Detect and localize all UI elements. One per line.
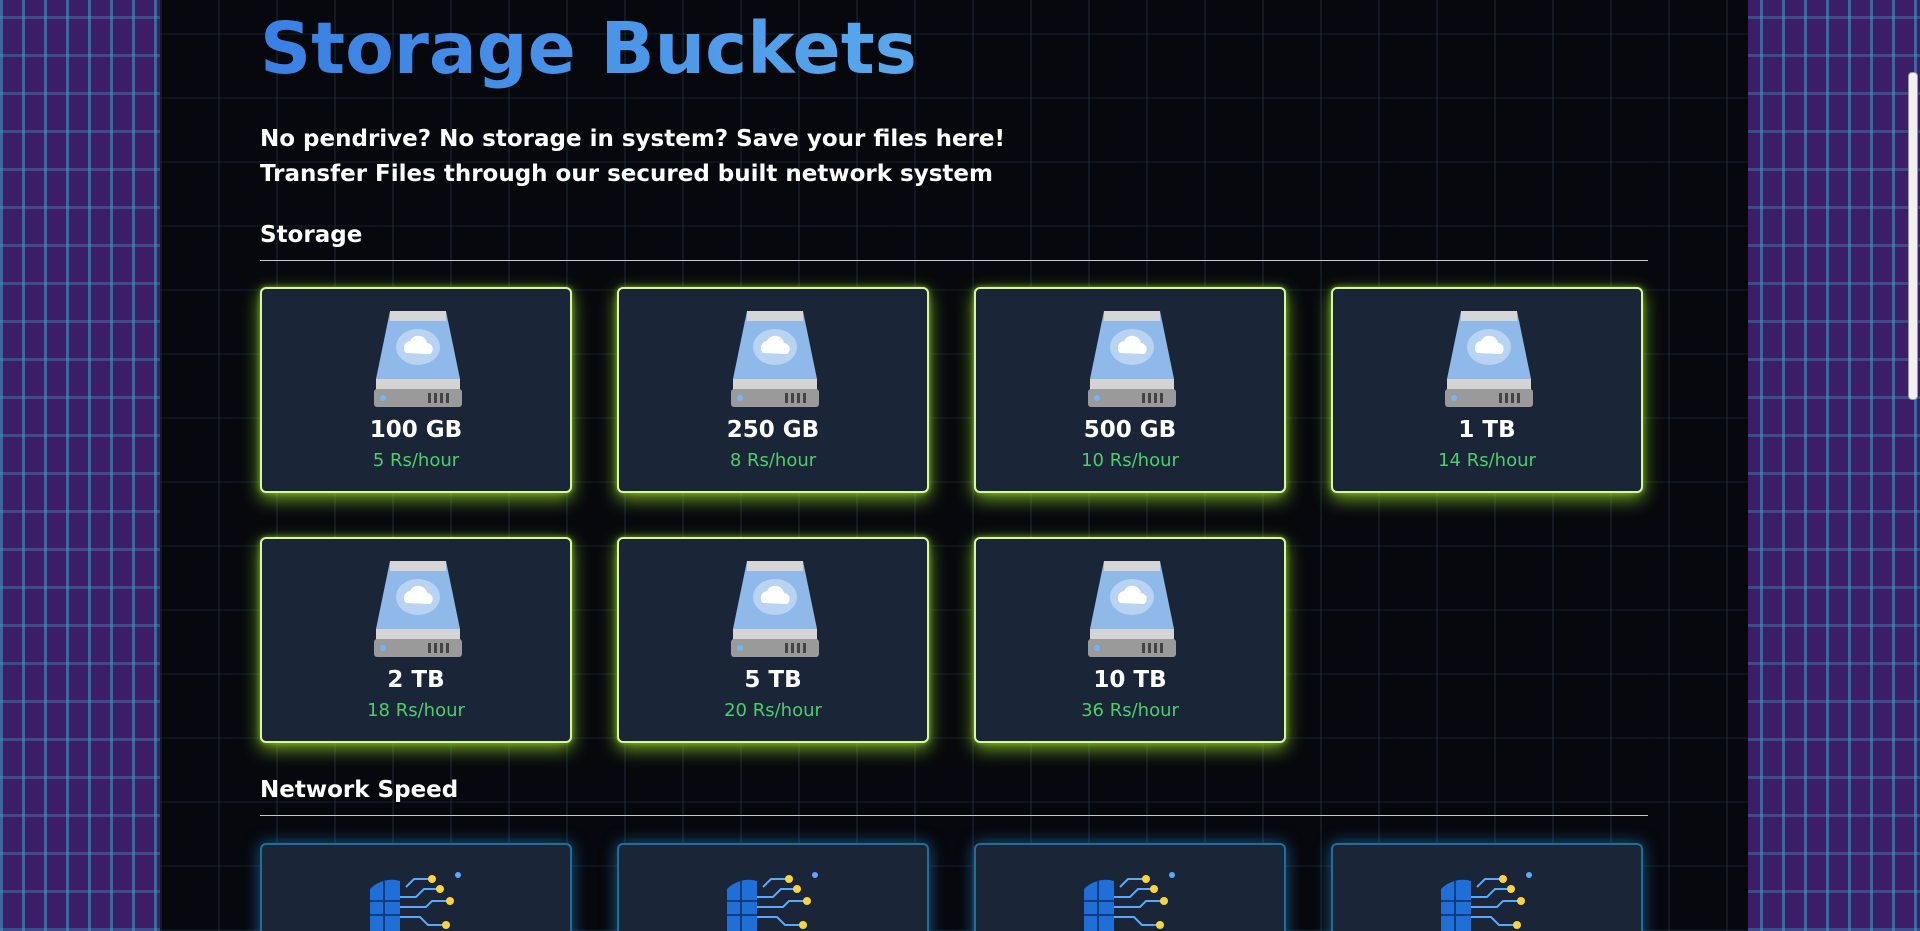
vertical-scrollbar[interactable]: [1908, 72, 1918, 400]
storage-size: 1 TB: [1458, 417, 1516, 443]
network-card-1[interactable]: [260, 843, 572, 931]
network-globe-icon: [370, 872, 461, 931]
network-globe-icon: [1441, 872, 1532, 931]
network-speed-section-title: Network Speed: [260, 775, 1648, 816]
storage-price: 14 Rs/hour: [1438, 450, 1536, 471]
storage-size: 2 TB: [387, 667, 445, 693]
network-globe-icon: [1084, 872, 1175, 931]
storage-price: 5 Rs/hour: [372, 450, 460, 471]
tagline-line-1: No pendrive? No storage in system? Save …: [260, 126, 1005, 152]
storage-price: 8 Rs/hour: [729, 450, 817, 471]
storage-size: 500 GB: [1083, 417, 1177, 443]
storage-size: 5 TB: [744, 667, 802, 693]
storage-card-1tb[interactable]: 1 TB 14 Rs/hour: [1331, 287, 1643, 493]
tagline-line-2: Transfer Files through our secured built…: [260, 161, 993, 187]
storage-size: 250 GB: [726, 417, 820, 443]
cloud-drive-icon: [374, 561, 462, 657]
storage-card-100gb[interactable]: 100 GB 5 Rs/hour: [260, 287, 572, 493]
network-globe-icon: [727, 872, 818, 931]
network-card-4[interactable]: [1331, 843, 1643, 931]
network-card-2[interactable]: [617, 843, 929, 931]
network-card-3[interactable]: [974, 843, 1286, 931]
cloud-drive-icon: [731, 311, 819, 407]
main-panel: Storage Buckets No pendrive? No storage …: [160, 0, 1748, 931]
cloud-drive-icon: [1445, 311, 1533, 407]
storage-card-5tb[interactable]: 5 TB 20 Rs/hour: [617, 537, 929, 743]
storage-card-500gb[interactable]: 500 GB 10 Rs/hour: [974, 287, 1286, 493]
cloud-drive-icon: [374, 311, 462, 407]
storage-size: 100 GB: [369, 417, 463, 443]
storage-price: 10 Rs/hour: [1081, 450, 1179, 471]
cloud-drive-icon: [1088, 311, 1176, 407]
storage-price: 20 Rs/hour: [724, 700, 822, 721]
storage-card-10tb[interactable]: 10 TB 36 Rs/hour: [974, 537, 1286, 743]
page-title: Storage Buckets: [260, 4, 917, 94]
storage-size: 10 TB: [1093, 667, 1167, 693]
storage-section-title: Storage: [260, 220, 1648, 261]
storage-card-250gb[interactable]: 250 GB 8 Rs/hour: [617, 287, 929, 493]
storage-price: 18 Rs/hour: [367, 700, 465, 721]
storage-card-2tb[interactable]: 2 TB 18 Rs/hour: [260, 537, 572, 743]
cloud-drive-icon: [731, 561, 819, 657]
cloud-drive-icon: [1088, 561, 1176, 657]
storage-price: 36 Rs/hour: [1081, 700, 1179, 721]
